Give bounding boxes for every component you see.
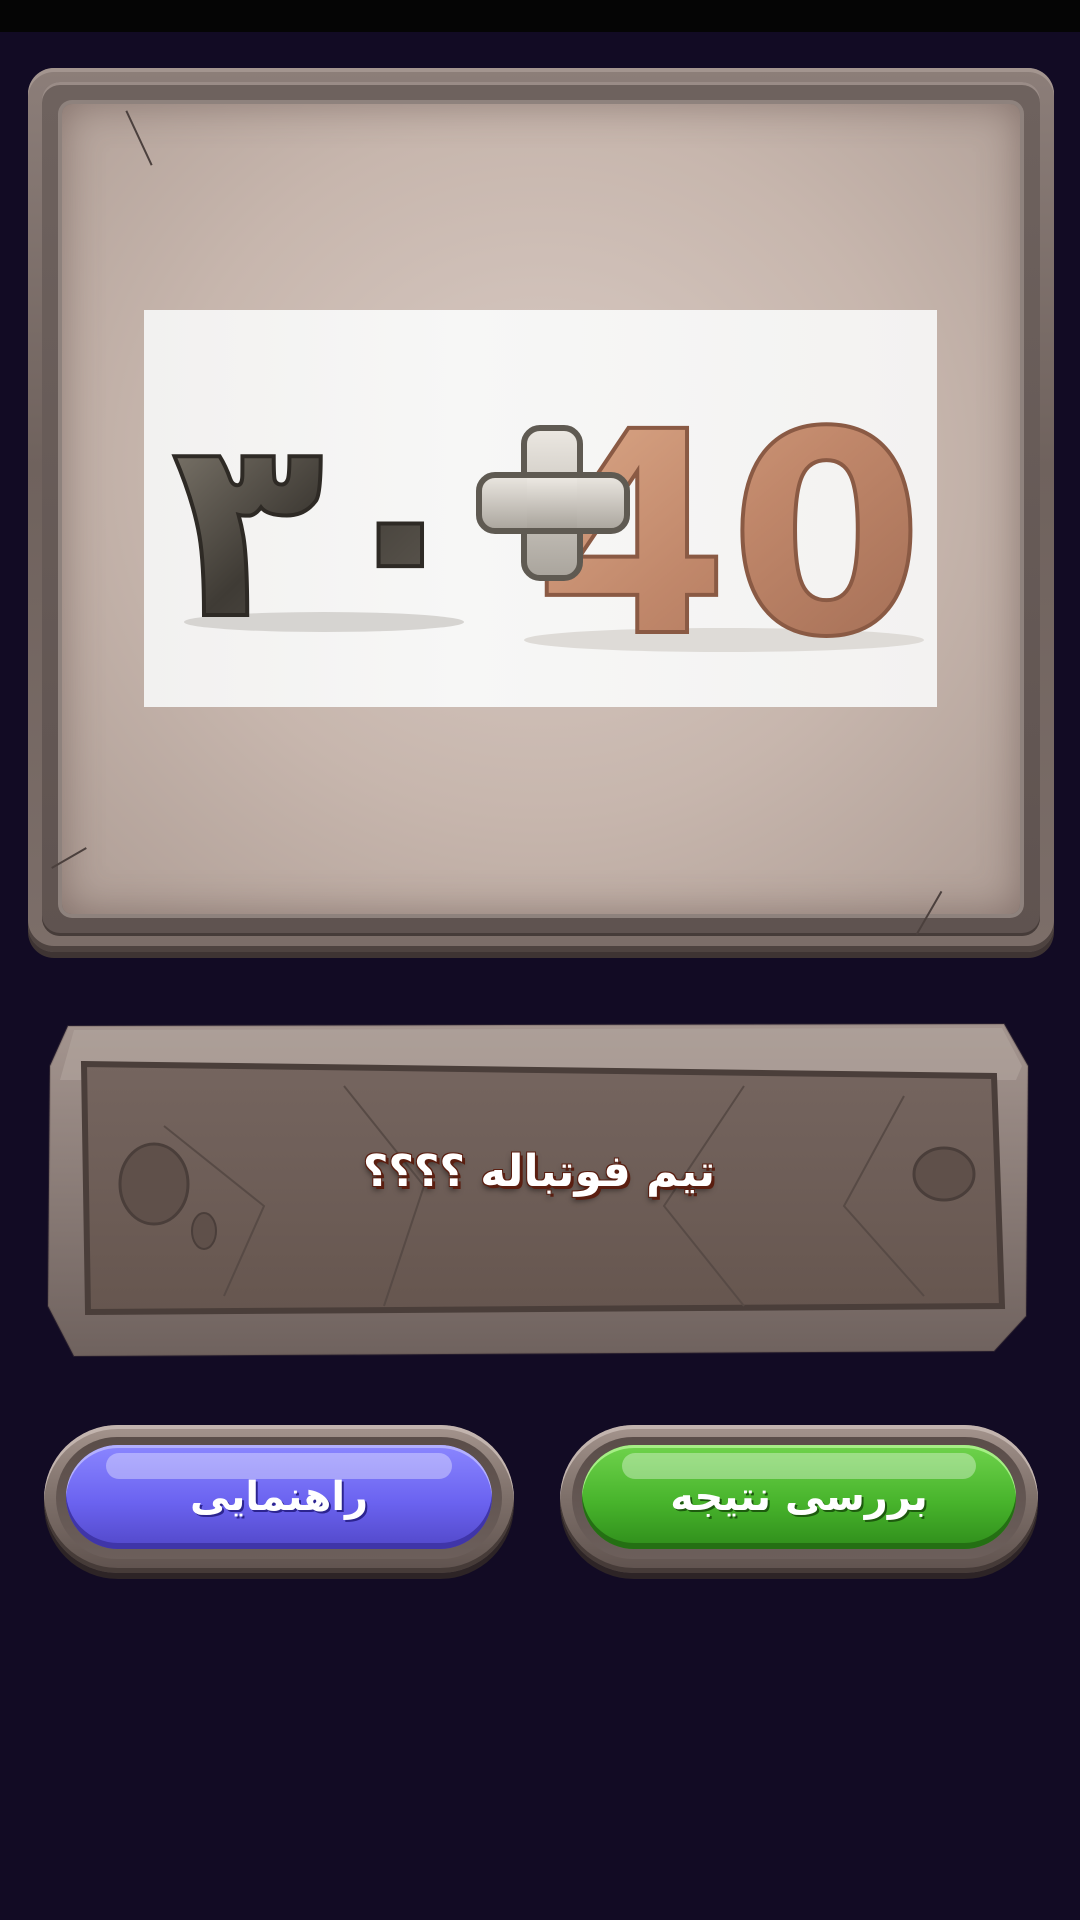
check-result-button-label: بررسی نتیجه xyxy=(670,1474,928,1520)
hint-button-frame: راهنمایی xyxy=(44,1425,514,1573)
check-result-button[interactable]: بررسی نتیجه xyxy=(582,1445,1016,1549)
status-bar xyxy=(0,0,1080,32)
puzzle-left-number: ۳۰ xyxy=(171,383,476,674)
puzzle-right-number: 40 xyxy=(534,373,924,699)
question-text: تیم فوتباله ؟؟؟؟ xyxy=(362,1146,716,1197)
hint-button[interactable]: راهنمایی xyxy=(66,1445,492,1549)
check-result-button-frame: بررسی نتیجه xyxy=(560,1425,1038,1573)
puzzle-image: ۳۰ 40 xyxy=(144,310,937,707)
question-plank: تیم فوتباله ؟؟؟؟ xyxy=(44,1006,1034,1366)
puzzle-illustration: ۳۰ 40 xyxy=(169,371,925,701)
hint-button-label: راهنمایی xyxy=(189,1474,369,1520)
